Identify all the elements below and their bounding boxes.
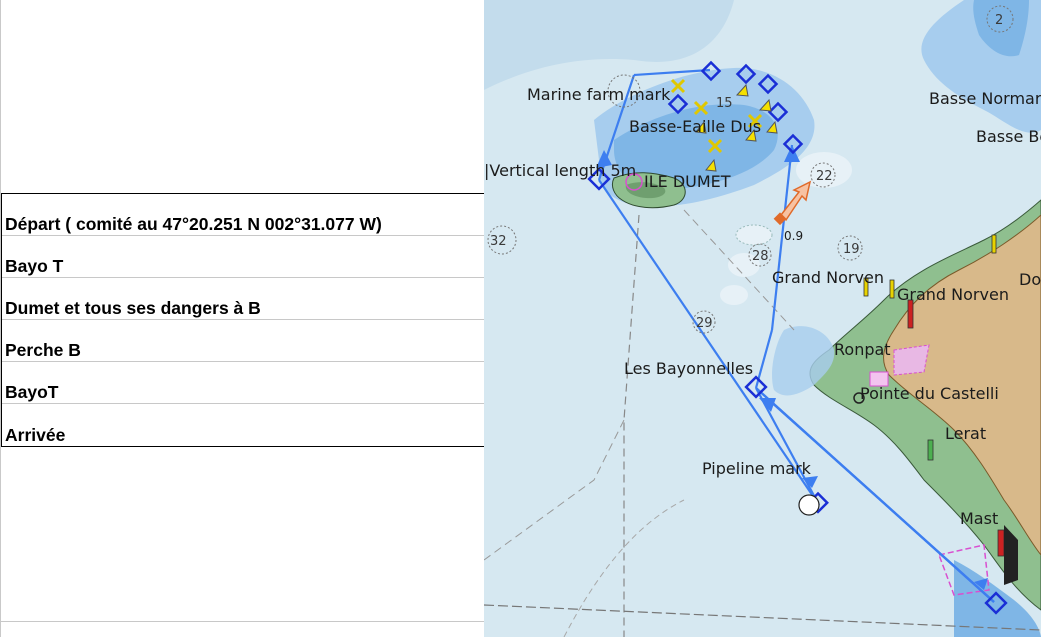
label-pipeline-mark: Pipeline mark (702, 459, 812, 478)
depth-sounding: 2 (995, 13, 1003, 28)
label-grand-norven: Grand Norven (772, 268, 884, 287)
beacon-icon (997, 529, 1005, 557)
label-vertical-length: |Vertical length 5m (484, 161, 636, 180)
shoal-patch (720, 285, 748, 305)
sheet-gridline (1, 621, 485, 622)
depth-sounding: 19 (843, 242, 860, 257)
course-row-label: Dumet et tous ses dangers à B (5, 298, 261, 318)
course-row-depart[interactable]: Départ ( comité au 47°20.251 N 002°31.07… (2, 194, 484, 236)
label-basse-be: Basse Be (976, 127, 1041, 146)
label-ile-dumet: ILE DUMET (644, 172, 731, 191)
course-row-label: Arrivée (5, 425, 66, 445)
document-pane: Départ ( comité au 47°20.251 N 002°31.07… (0, 0, 485, 637)
nautical-chart[interactable]: 22 2 19 28 29 32 15 Marine farm mark Bas… (484, 0, 1041, 637)
depth-sounding: 22 (816, 169, 833, 184)
label-ronpat: Ronpat (834, 340, 891, 359)
course-row-arrivee[interactable]: Arrivée (2, 404, 484, 446)
course-row-bayo-t[interactable]: Bayo T (2, 236, 484, 278)
label-les-bayonnelles: Les Bayonnelles (624, 359, 753, 378)
label-basse-normande: Basse Normar (929, 89, 1041, 108)
restricted-area (893, 344, 930, 376)
course-row-bayot[interactable]: BayoT (2, 362, 484, 404)
course-row-label: BayoT (5, 382, 59, 402)
beacon-icon (907, 299, 914, 329)
label-grand-norven-2: Grand Norven (897, 285, 1009, 304)
label-basse-eaille: Basse-Eaille Dus (629, 117, 761, 136)
beacon-icon (927, 439, 934, 461)
beacon-icon (889, 279, 895, 299)
pipeline-mark-icon (798, 494, 820, 516)
label-do: Do (1019, 270, 1041, 289)
course-row-dumet[interactable]: Dumet et tous ses dangers à B (2, 278, 484, 320)
label-lerat: Lerat (945, 424, 986, 443)
label-mast: Mast (960, 509, 998, 528)
course-row-label: Bayo T (5, 256, 64, 276)
chart-canvas[interactable]: 22 2 19 28 29 32 15 Marine farm mark Bas… (484, 0, 1041, 637)
depth-sounding: 32 (490, 234, 507, 249)
current-speed: 0.9 (784, 229, 803, 243)
beacon-icon (991, 234, 997, 254)
course-row-perche-b[interactable]: Perche B (2, 320, 484, 362)
label-marine-farm: Marine farm mark (527, 85, 671, 104)
depth-sounding: 15 (716, 96, 733, 111)
label-pointe-castelli: Pointe du Castelli (860, 384, 999, 403)
course-row-label: Départ ( comité au 47°20.251 N 002°31.07… (5, 214, 382, 234)
depth-sounding: 29 (696, 316, 713, 331)
course-table: Départ ( comité au 47°20.251 N 002°31.07… (1, 193, 485, 447)
shoal-patch (735, 224, 773, 246)
course-row-label: Perche B (5, 340, 81, 360)
depth-sounding: 28 (752, 249, 769, 264)
